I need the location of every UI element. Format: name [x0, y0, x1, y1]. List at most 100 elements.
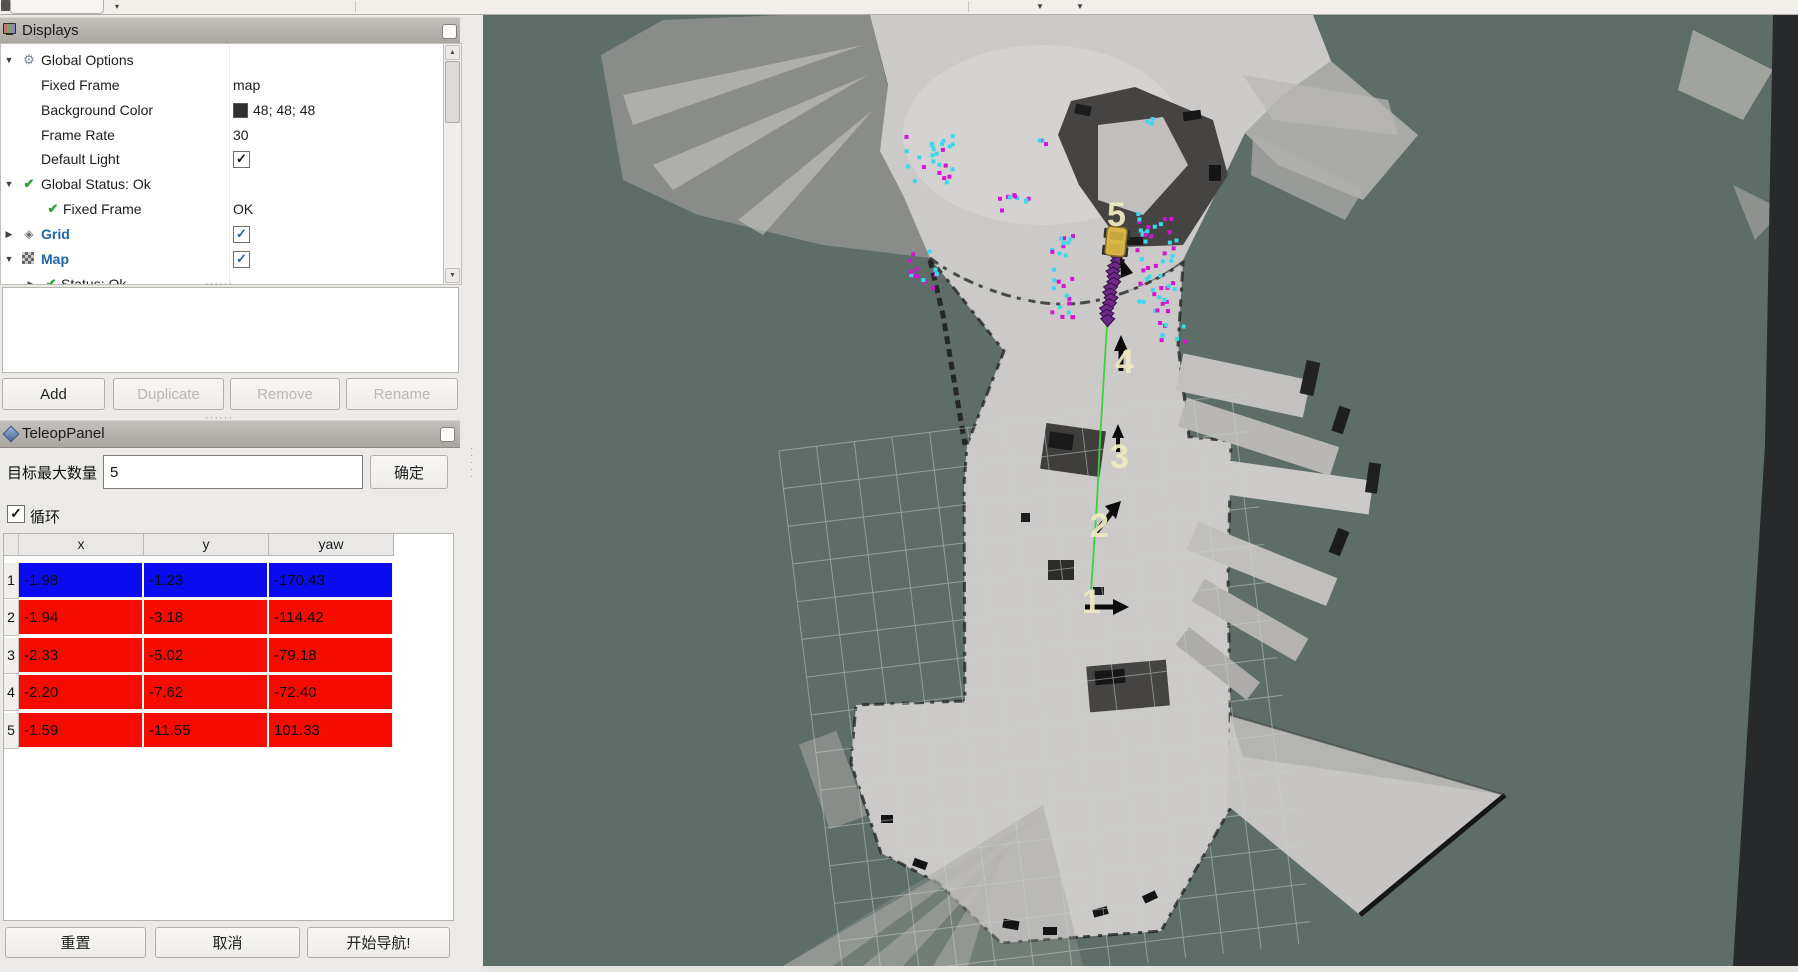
status-ok-icon: ✔	[43, 273, 59, 285]
tree-row-fixed-frame[interactable]: Fixed Frame map	[1, 74, 444, 96]
teleop-panel-title: TeleopPanel	[22, 425, 105, 442]
checkbox-checked[interactable]: ✓	[233, 251, 250, 268]
tree-row-label: Fixed Frame	[41, 74, 120, 96]
cell-yaw[interactable]: 101.33	[269, 713, 393, 748]
expander-right-icon[interactable]: ▶	[3, 223, 15, 245]
toolbar-icon	[1, 0, 10, 11]
tree-row-fixed-frame-status[interactable]: ✔ Fixed Frame OK	[1, 198, 444, 220]
tree-row-label: Global Options	[41, 49, 134, 71]
float-panel-button[interactable]	[442, 24, 457, 39]
loop-checkbox-checked[interactable]: ✓	[7, 505, 25, 523]
chevron-down-icon[interactable]: ▼	[1076, 2, 1084, 11]
expander-down-icon[interactable]: ▼	[3, 49, 15, 71]
robot-model	[1102, 226, 1131, 258]
tree-row-value[interactable]: map	[233, 74, 260, 96]
displays-icon	[3, 23, 16, 35]
checkbox-checked[interactable]: ✓	[233, 226, 250, 243]
splitter-handle[interactable]: ······	[205, 281, 233, 287]
tree-row-label: Global Status: Ok	[41, 173, 151, 195]
row-header[interactable]: 4	[4, 675, 19, 711]
cell-y[interactable]: -3.18	[144, 600, 268, 635]
reset-button[interactable]: 重置	[5, 927, 146, 958]
map-display-icon	[22, 252, 34, 264]
tree-row-background-color[interactable]: Background Color 48; 48; 48	[1, 99, 444, 121]
column-header-x[interactable]: x	[19, 534, 144, 556]
cell-yaw[interactable]: -79.18	[269, 638, 393, 673]
teleop-panel-header[interactable]: TeleopPanel	[0, 420, 460, 448]
displays-panel-title: Displays	[22, 22, 79, 39]
cell-x[interactable]: -2.20	[19, 675, 143, 710]
max-goal-label: 目标最大数量	[7, 462, 97, 483]
tree-row-label: Status: Ok	[61, 273, 126, 285]
gear-icon: ⚙	[21, 49, 37, 71]
tree-row-value[interactable]: 48; 48; 48	[253, 99, 315, 121]
loop-label: 循环	[30, 506, 60, 527]
toolbar-separator	[968, 1, 969, 12]
scroll-down-icon[interactable]: ▼	[445, 268, 460, 283]
chevron-down-icon[interactable]: ▼	[1036, 2, 1044, 11]
rename-display-button[interactable]: Rename	[346, 378, 458, 410]
add-display-button[interactable]: Add	[2, 378, 105, 410]
cancel-button[interactable]: 取消	[155, 927, 300, 958]
toolbar-separator	[355, 1, 356, 12]
start-navigation-button[interactable]: 开始导航!	[307, 927, 450, 958]
cell-y[interactable]: -7.62	[144, 675, 268, 710]
render-viewport[interactable]: 1 2 3 4 5	[483, 15, 1798, 966]
color-swatch[interactable]	[233, 103, 248, 118]
waypoint-label-4: 4	[1115, 343, 1134, 381]
checkbox-checked[interactable]: ✓	[233, 151, 250, 168]
scroll-up-icon[interactable]: ▲	[445, 45, 460, 60]
cell-yaw[interactable]: -72.40	[269, 675, 393, 710]
duplicate-display-button[interactable]: Duplicate	[113, 378, 224, 410]
expander-right-icon[interactable]: ▶	[25, 273, 37, 285]
cell-x[interactable]: -1.59	[19, 713, 143, 748]
row-header[interactable]: 1	[4, 563, 19, 599]
waypoint-label-3: 3	[1110, 438, 1129, 476]
waypoint-label-2: 2	[1090, 507, 1109, 545]
toolbar-button-fragment[interactable]	[10, 0, 104, 14]
row-header[interactable]: 2	[4, 600, 19, 636]
displays-panel-header[interactable]: Displays	[0, 17, 460, 45]
float-panel-button[interactable]	[440, 427, 455, 442]
top-toolbar-strip: ▾ ▼ ▼	[0, 0, 1798, 15]
max-goal-input[interactable]	[103, 455, 363, 489]
remove-display-button[interactable]: Remove	[230, 378, 340, 410]
scrollbar-thumb[interactable]	[445, 61, 460, 123]
teleop-panel-icon	[3, 426, 20, 443]
tree-scrollbar[interactable]: ▲ ▼	[443, 43, 462, 285]
row-header[interactable]: 3	[4, 638, 19, 674]
tree-row-value[interactable]: 30	[233, 124, 249, 146]
tree-row-value: OK	[233, 198, 253, 220]
cell-y[interactable]: -11.55	[144, 713, 268, 748]
cell-x[interactable]: -1.94	[19, 600, 143, 635]
status-ok-icon: ✔	[45, 198, 61, 220]
column-header-y[interactable]: y	[144, 534, 269, 556]
dock-splitter-handle[interactable]: ·····	[470, 445, 476, 480]
tree-row-label: Default Light	[41, 148, 120, 170]
waypoint-label-1: 1	[1082, 583, 1101, 621]
cell-yaw[interactable]: -170.43	[269, 563, 393, 598]
table-corner	[4, 534, 19, 556]
cell-x[interactable]: -2.33	[19, 638, 143, 673]
tree-row-default-light[interactable]: Default Light ✓	[1, 148, 444, 170]
tree-row-global-options[interactable]: ▼ ⚙ Global Options	[1, 49, 444, 71]
confirm-button[interactable]: 确定	[370, 455, 448, 489]
tree-row-grid[interactable]: ▶ ◈ Grid ✓	[1, 223, 444, 245]
chevron-down-icon[interactable]: ▾	[115, 2, 119, 11]
expander-down-icon[interactable]: ▼	[3, 248, 15, 270]
column-header-yaw[interactable]: yaw	[269, 534, 394, 556]
tree-row-label: Fixed Frame	[63, 198, 142, 220]
cell-x[interactable]: -1.98	[19, 563, 143, 598]
expander-down-icon[interactable]: ▼	[3, 173, 15, 195]
tree-row-label: Grid	[41, 223, 70, 245]
cell-yaw[interactable]: -114.42	[269, 600, 393, 635]
tree-row-label: Map	[41, 248, 69, 270]
row-header[interactable]: 5	[4, 713, 19, 749]
tree-row-map[interactable]: ▼ Map ✓	[1, 248, 444, 270]
tree-row-global-status[interactable]: ▼ ✔ Global Status: Ok	[1, 173, 444, 195]
display-description-box	[2, 287, 459, 373]
map-scene: 1 2 3 4 5	[483, 15, 1798, 966]
cell-y[interactable]: -5.02	[144, 638, 268, 673]
cell-y[interactable]: -1.23	[144, 563, 268, 598]
tree-row-frame-rate[interactable]: Frame Rate 30	[1, 124, 444, 146]
